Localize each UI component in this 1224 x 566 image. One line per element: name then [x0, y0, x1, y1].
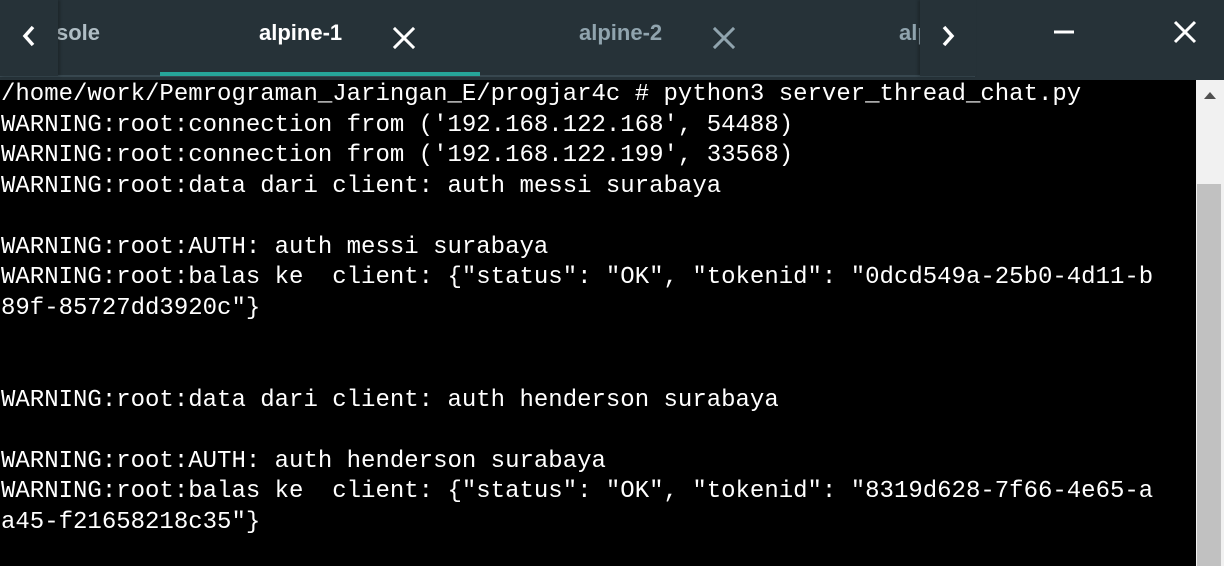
active-tab-indicator: [160, 72, 480, 76]
scrollbar-thumb[interactable]: [1197, 184, 1221, 566]
scroll-up-button[interactable]: [1196, 80, 1224, 110]
minimize-button[interactable]: [1036, 10, 1092, 58]
tab-label: alp: [899, 20, 920, 45]
minimize-icon: [1052, 20, 1076, 49]
scroll-tabs-right-button[interactable]: [920, 0, 976, 76]
scroll-tabs-left-button[interactable]: [0, 0, 58, 76]
terminal-window: sole alpine-1 alpine-2 alp: [0, 0, 1224, 566]
close-icon[interactable]: [392, 26, 416, 50]
terminal-line: WARNING:root:balas ke client: {"status":…: [1, 264, 1154, 291]
close-icon: [1172, 19, 1198, 50]
terminal-line: 89f-85727dd3920c"}: [1, 295, 261, 322]
vertical-scrollbar[interactable]: [1196, 80, 1224, 566]
terminal-output[interactable]: /home/work/Pemrograman_Jaringan_E/progja…: [0, 80, 1196, 566]
terminal-line: a45-f21658218c35"}: [1, 509, 261, 536]
terminal-line: WARNING:root:connection from ('192.168.1…: [1, 112, 794, 139]
terminal-line: WARNING:root:connection from ('192.168.1…: [1, 142, 794, 169]
terminal-line: WARNING:root:AUTH: auth henderson suraba…: [1, 448, 606, 475]
terminal-line: /home/work/Pemrograman_Jaringan_E/progja…: [1, 81, 1082, 108]
tab-label: alpine-2: [579, 20, 663, 45]
tab-bar: sole alpine-1 alpine-2 alp: [0, 0, 1224, 80]
tab-label: sole: [56, 20, 101, 45]
tab-alpine-1[interactable]: alpine-1: [160, 0, 480, 76]
terminal-line: WARNING:root:balas ke client: {"status":…: [1, 478, 1154, 505]
terminal-line: WARNING:root:data dari client: auth hend…: [1, 387, 779, 414]
tab-alpine-2[interactable]: alpine-2: [480, 0, 800, 76]
chevron-left-icon: [20, 24, 38, 53]
close-icon[interactable]: [712, 26, 736, 50]
window-close-button[interactable]: [1157, 10, 1213, 58]
terminal-line: WARNING:root:data dari client: auth mess…: [1, 173, 722, 200]
chevron-right-icon: [939, 24, 957, 53]
tab-console[interactable]: sole: [40, 0, 160, 76]
tab-label: alpine-1: [259, 20, 343, 45]
tab-alpine-3[interactable]: alp: [880, 0, 920, 76]
arrow-up-icon: [1204, 86, 1216, 104]
terminal-line: WARNING:root:AUTH: auth messi surabaya: [1, 234, 549, 261]
